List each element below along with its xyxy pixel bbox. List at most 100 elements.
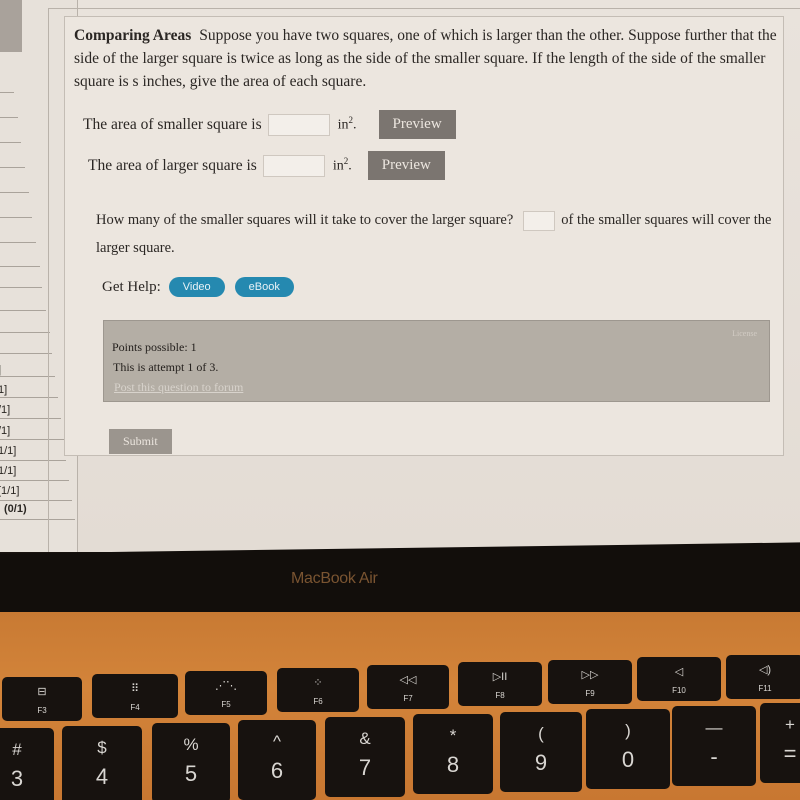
play-pause-icon: ▷II: [492, 671, 508, 683]
rewind-icon: ◁◁: [399, 674, 417, 686]
key-3[interactable]: # 3: [0, 728, 54, 800]
sidebar-divider: [0, 117, 18, 118]
mute-icon: ◁: [674, 666, 684, 678]
key-shift-symbol: &: [359, 729, 371, 748]
unit-base: in: [337, 117, 349, 133]
sidebar-divider: [0, 142, 21, 143]
answer-row-smaller: The area of smaller square is in2. Previ…: [83, 110, 456, 139]
sidebar-question-score[interactable]: ]: [0, 364, 1, 376]
count-question-text: How many of the smaller squares will it …: [96, 212, 514, 228]
key-label: F5: [221, 700, 231, 709]
key-shift-symbol: *: [449, 726, 457, 745]
submit-button[interactable]: Submit: [109, 429, 172, 454]
key-number: 3: [10, 766, 24, 791]
device-brand-label: MacBook Air: [291, 570, 378, 587]
sidebar-divider: [0, 192, 29, 193]
key-f9[interactable]: ▷▷ F9: [548, 660, 632, 704]
sidebar-question-score[interactable]: /1]: [0, 404, 10, 416]
sidebar-divider: [0, 332, 50, 333]
sidebar-current-question-score[interactable]: (0/1): [4, 503, 27, 515]
question-text: Comparing Areas Suppose you have two squa…: [74, 24, 784, 93]
answer-row-larger: The area of larger square is in2. Previe…: [88, 151, 445, 180]
sidebar-divider: [0, 167, 25, 168]
key-8[interactable]: * 8: [413, 714, 493, 794]
sidebar-divider: [0, 310, 46, 311]
key-number: 9: [534, 750, 548, 775]
key-number: 5: [184, 761, 198, 786]
key-7[interactable]: & 7: [325, 717, 405, 797]
sidebar-question-score[interactable]: 1]: [0, 384, 7, 396]
key-number: 7: [358, 755, 372, 780]
key-f10[interactable]: ◁ F10: [637, 657, 721, 701]
get-help-label: Get Help:: [102, 278, 161, 295]
key-label: F10: [672, 686, 686, 695]
key-label: F6: [313, 697, 323, 706]
fast-forward-icon: ▷▷: [581, 669, 599, 681]
answer-label: The area of smaller square is: [83, 115, 262, 133]
laptop-screen: ] 1] /1] /1] 1/1] 1/1] [1/1] [1/1] (0/1)…: [0, 0, 800, 552]
post-to-forum-link[interactable]: Post this question to forum: [114, 380, 243, 395]
sidebar-question-score[interactable]: 1/1]: [0, 445, 16, 457]
square-count-input[interactable]: [523, 210, 556, 231]
volume-down-icon: ◁): [758, 664, 772, 676]
sidebar-divider: [0, 353, 52, 354]
key-shift-symbol: $: [97, 738, 107, 757]
points-possible: Points possible: 1: [112, 340, 197, 354]
sidebar-question-score[interactable]: [1/1]: [0, 485, 19, 497]
key-number: 4: [95, 764, 109, 789]
sidebar-question-score[interactable]: 1/1]: [0, 465, 16, 477]
license-link[interactable]: License: [732, 329, 757, 338]
sidebar-header: [0, 0, 22, 52]
sidebar-divider: [0, 92, 14, 93]
sidebar-question-score[interactable]: /1]: [0, 425, 10, 437]
key-shift-symbol: #: [12, 740, 22, 759]
key-shift-symbol: +: [785, 715, 795, 734]
key-shift-symbol: ): [625, 721, 631, 740]
launchpad-icon: ⠿: [130, 683, 140, 695]
key-f7[interactable]: ◁◁ F7: [367, 665, 449, 709]
answer-label: The area of larger square is: [88, 156, 257, 174]
unit-label: in2.: [337, 115, 357, 133]
key-label: F11: [758, 684, 772, 693]
ebook-help-button[interactable]: eBook: [234, 277, 294, 297]
key-f11[interactable]: ◁) F11: [726, 655, 800, 699]
sidebar-divider: [0, 242, 36, 243]
key-0[interactable]: ) 0: [586, 709, 670, 789]
key-label: F8: [495, 691, 505, 700]
sidebar-divider: [0, 287, 42, 288]
key-number: =: [783, 741, 797, 766]
key-number: 6: [270, 758, 284, 783]
preview-button[interactable]: Preview: [367, 151, 445, 180]
key-6[interactable]: ^ 6: [238, 720, 316, 800]
key-9[interactable]: ( 9: [500, 712, 582, 792]
key-f4[interactable]: ⠿ F4: [92, 674, 178, 718]
key-equals[interactable]: + =: [760, 703, 800, 783]
video-help-button[interactable]: Video: [168, 277, 225, 297]
key-f5[interactable]: ⋰⋱ F5: [185, 671, 267, 715]
key-number: -: [710, 744, 718, 769]
count-question: How many of the smaller squares will it …: [96, 206, 776, 262]
key-5[interactable]: % 5: [152, 723, 230, 800]
key-4[interactable]: $ 4: [62, 726, 142, 800]
get-help-row: Get Help: Video eBook: [102, 277, 294, 297]
unit-label: in2.: [332, 156, 352, 174]
sidebar-divider: [0, 266, 40, 267]
key-shift-symbol: (: [538, 724, 544, 743]
key-shift-symbol: ^: [273, 732, 281, 751]
larger-area-input[interactable]: [262, 154, 325, 177]
sidebar-divider: [0, 217, 32, 218]
key-f8[interactable]: ▷II F8: [458, 662, 542, 706]
smaller-area-input[interactable]: [267, 113, 330, 136]
key-number: 0: [621, 747, 635, 772]
key-label: F4: [130, 703, 140, 712]
unit-exponent: 2: [343, 156, 349, 167]
key-shift-symbol: —: [705, 718, 723, 737]
key-f3[interactable]: ⊟ F3: [2, 677, 82, 721]
question-info-box: Points possible: 1 This is attempt 1 of …: [103, 320, 770, 402]
key-minus[interactable]: — -: [672, 706, 756, 786]
unit-exponent: 2: [348, 115, 354, 126]
key-f6[interactable]: ⁘ F6: [277, 668, 359, 712]
attempt-status: This is attempt 1 of 3.: [113, 360, 219, 374]
preview-button[interactable]: Preview: [378, 110, 456, 139]
key-shift-symbol: %: [183, 735, 199, 754]
